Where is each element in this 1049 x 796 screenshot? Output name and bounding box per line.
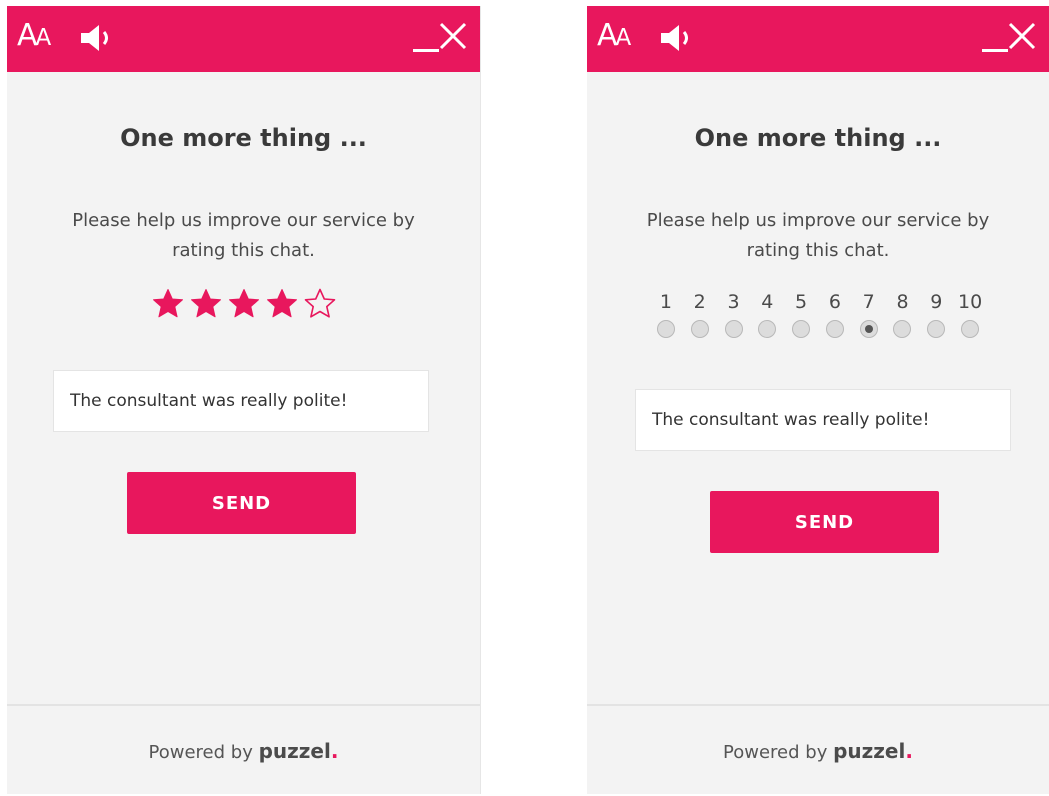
powered-by-footer: Powered by puzzel. <box>587 739 1049 763</box>
footer-divider <box>587 704 1049 706</box>
powered-by-label: Powered by <box>723 742 828 763</box>
rating-radio[interactable] <box>724 320 743 338</box>
rating-radio[interactable] <box>893 320 912 338</box>
speaker-icon[interactable] <box>79 22 115 54</box>
rating-option-label: 3 <box>727 291 740 313</box>
survey-subtitle: Please help us improve our service by ra… <box>72 210 415 261</box>
rating-radio[interactable] <box>961 320 980 338</box>
rating-option-label: 4 <box>761 291 774 313</box>
rating-option-label: 7 <box>862 291 875 313</box>
comment-input[interactable] <box>635 389 1011 451</box>
chat-header: AA <box>587 6 1049 72</box>
minimize-icon[interactable] <box>412 22 440 54</box>
numeric-rating-scale: 1 2 3 4 5 6 7 8 9 10 <box>587 290 1049 338</box>
font-size-icon[interactable]: AA <box>597 19 631 55</box>
comment-input[interactable] <box>53 370 429 432</box>
rating-radio[interactable] <box>927 320 946 338</box>
puzzel-logo-dot: . <box>905 739 913 763</box>
rating-option-label: 8 <box>896 291 909 313</box>
rating-option-5[interactable]: 5 <box>784 290 818 338</box>
minimize-icon[interactable] <box>981 22 1009 54</box>
rating-radio[interactable] <box>690 320 709 338</box>
chat-survey-panel-stars: AA One more thing ... Please help us imp… <box>7 6 481 794</box>
rating-option-label: 5 <box>795 291 808 313</box>
chat-survey-panel-scale: AA One more thing ... Please help us imp… <box>587 6 1049 794</box>
close-icon[interactable] <box>438 20 468 52</box>
puzzel-logo: puzzel <box>833 739 906 763</box>
powered-by-footer: Powered by puzzel. <box>7 739 480 763</box>
rating-radio[interactable] <box>792 320 811 338</box>
rating-option-8[interactable]: 8 <box>886 290 920 338</box>
rating-option-10[interactable]: 10 <box>953 290 987 338</box>
rating-option-label: 6 <box>828 291 841 313</box>
footer-divider <box>7 704 480 706</box>
rating-radio[interactable] <box>656 320 675 338</box>
rating-radio[interactable] <box>758 320 777 338</box>
star-filled-icon[interactable] <box>266 288 298 320</box>
send-button[interactable]: SEND <box>710 491 939 553</box>
rating-option-4[interactable]: 4 <box>750 290 784 338</box>
rating-option-1[interactable]: 1 <box>649 290 683 338</box>
rating-radio[interactable] <box>859 320 878 338</box>
rating-option-label: 10 <box>957 291 983 313</box>
rating-option-6[interactable]: 6 <box>818 290 852 338</box>
rating-option-label: 1 <box>659 291 672 313</box>
rating-option-label: 2 <box>693 291 706 313</box>
speaker-icon[interactable] <box>659 22 695 54</box>
star-rating <box>7 288 480 320</box>
rating-option-label: 9 <box>930 291 943 313</box>
close-icon[interactable] <box>1007 20 1037 52</box>
chat-header: AA <box>7 6 480 72</box>
powered-by-label: Powered by <box>148 742 253 763</box>
rating-radio[interactable] <box>825 320 844 338</box>
survey-title: One more thing ... <box>694 124 942 152</box>
survey-subtitle: Please help us improve our service by ra… <box>646 210 990 261</box>
rating-option-7[interactable]: 7 <box>852 290 886 338</box>
star-filled-icon[interactable] <box>152 288 184 320</box>
star-empty-icon[interactable] <box>304 288 336 320</box>
star-filled-icon[interactable] <box>190 288 222 320</box>
rating-option-2[interactable]: 2 <box>683 290 717 338</box>
font-size-icon[interactable]: AA <box>17 19 51 55</box>
rating-option-3[interactable]: 3 <box>717 290 751 338</box>
send-button[interactable]: SEND <box>127 472 356 534</box>
rating-option-9[interactable]: 9 <box>919 290 953 338</box>
puzzel-logo: puzzel <box>258 739 331 763</box>
star-filled-icon[interactable] <box>228 288 260 320</box>
survey-title: One more thing ... <box>120 124 367 152</box>
puzzel-logo-dot: . <box>330 739 339 763</box>
